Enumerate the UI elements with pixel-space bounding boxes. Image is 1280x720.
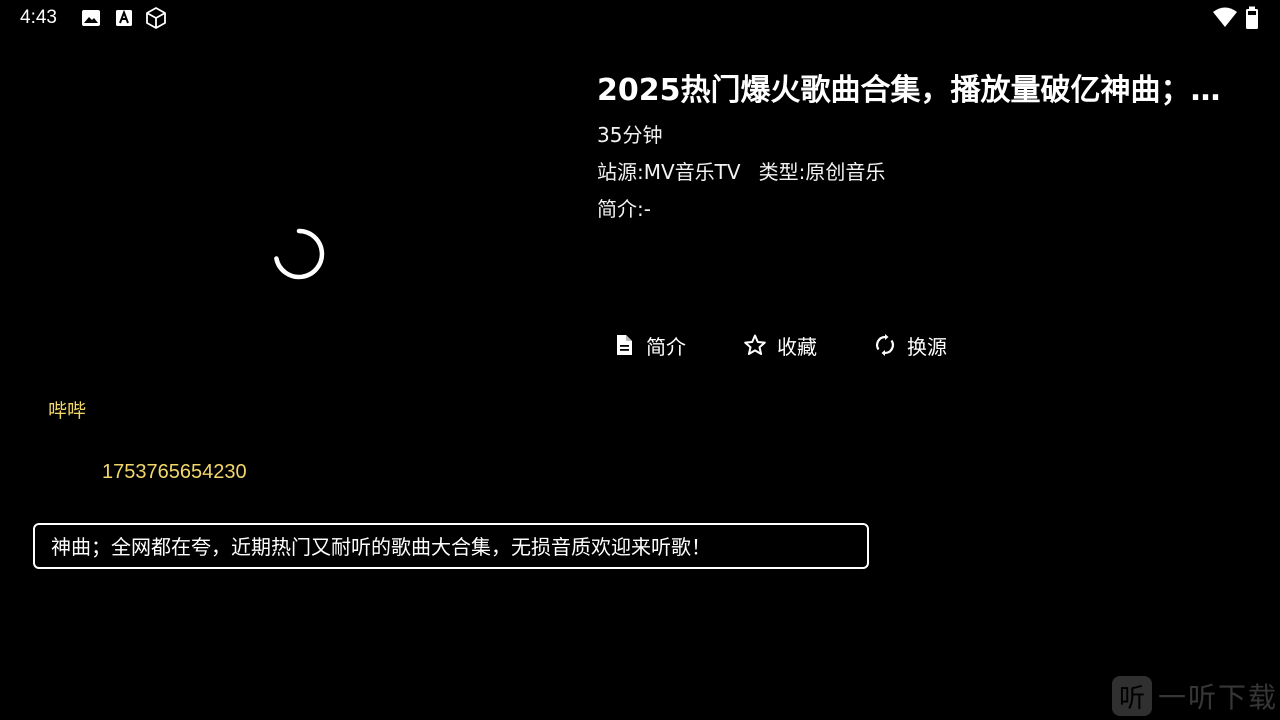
intro-row: 简介:- [597, 195, 651, 223]
sync-icon [876, 334, 894, 356]
image-icon [82, 10, 100, 26]
font-a-icon [116, 9, 132, 26]
switch-source-button[interactable]: 换源 [873, 326, 947, 364]
wifi-icon [1213, 7, 1237, 27]
episode-item[interactable]: 1753765654230 [102, 461, 247, 484]
watermark: 听 一听下载 [1111, 676, 1280, 716]
intro-label: 简介: [597, 197, 644, 221]
watermark-logo: 听 [1111, 676, 1152, 716]
switch-source-button-label: 换源 [907, 334, 947, 359]
type-value: 原创音乐 [805, 160, 886, 184]
video-title: 2025热门爆火歌曲合集，播放量破亿神曲；全网都在夸，近期热门又耐听的歌曲大合集… [597, 73, 1242, 108]
type-label: 类型: [758, 160, 806, 184]
source-type-row: 站源:MV音乐TV 类型:原创音乐 [597, 158, 885, 186]
source-value: MV音乐TV [643, 160, 741, 184]
source-label: 站源: [597, 160, 644, 184]
status-time: 4:43 [20, 7, 57, 28]
danmaku-input[interactable]: 神曲；全网都在夸，近期热门又耐听的歌曲大合集，无损音质欢迎来听歌！ [33, 523, 869, 569]
watermark-text: 一听下载 [1157, 681, 1278, 714]
favorite-button-label: 收藏 [777, 334, 817, 359]
document-icon [617, 335, 632, 355]
duration: 35分钟 [597, 123, 663, 147]
star-outline-icon [744, 334, 766, 355]
cube-icon [146, 7, 166, 29]
intro-button[interactable]: 简介 [612, 326, 686, 364]
battery-icon [1246, 6, 1258, 29]
video-player[interactable] [0, 36, 590, 386]
intro-value: - [643, 197, 651, 221]
status-bar: 4:43 [0, 0, 1280, 36]
intro-button-label: 简介 [646, 334, 686, 359]
favorite-button[interactable]: 收藏 [743, 326, 817, 364]
danmaku-input-text: 神曲；全网都在夸，近期热门又耐听的歌曲大合集，无损音质欢迎来听歌！ [51, 535, 711, 559]
loading-spinner-icon [274, 228, 325, 280]
source-site-tab[interactable]: 哔哔 [48, 396, 86, 423]
